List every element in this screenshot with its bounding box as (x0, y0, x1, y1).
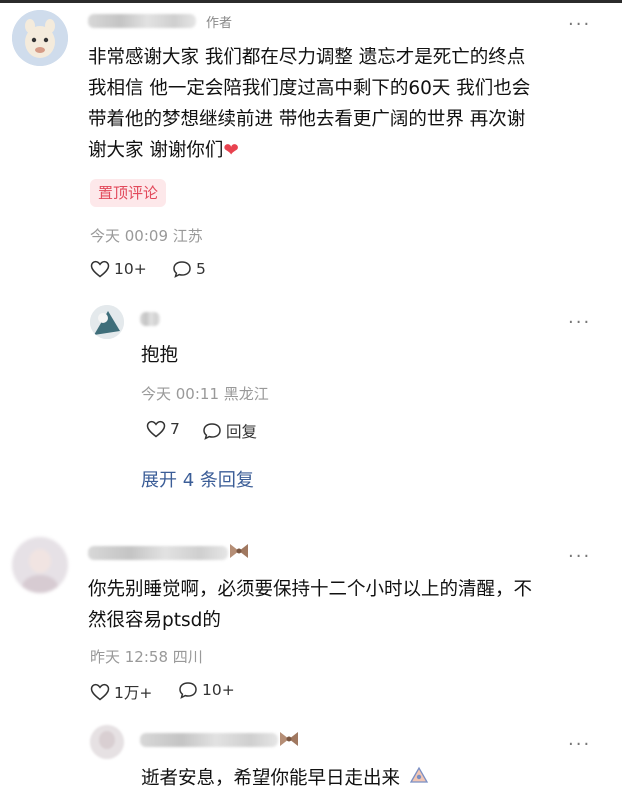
comment-meta: 昨天 12:58 四川 (90, 648, 203, 666)
bow-icon (278, 730, 300, 748)
username-blurred[interactable] (140, 312, 160, 326)
pinned-badge: 置顶评论 (90, 179, 167, 207)
heart-outline-icon (90, 683, 110, 701)
heart-outline-icon (90, 260, 110, 278)
reply-text: 逝者安息，希望你能早日走出来 (141, 763, 430, 795)
top-border (0, 0, 622, 3)
heart-outline-icon (146, 420, 166, 438)
reply-text: 抱抱 (141, 345, 179, 366)
like-count: 1万+ (114, 684, 153, 702)
reply-meta: 今天 00:11 黑龙江 (141, 385, 269, 403)
heart-emoji: ❤ (223, 140, 239, 161)
reply-count: 10+ (202, 681, 235, 699)
reply-button[interactable]: 回复 (202, 420, 257, 442)
author-tag: 作者 (206, 16, 233, 31)
more-dots-icon[interactable]: ··· (568, 548, 591, 566)
like-button[interactable]: 10+ (90, 260, 147, 278)
more-dots-icon[interactable]: ··· (568, 314, 591, 332)
avatar[interactable] (12, 537, 68, 593)
comment-text: 你先别睡觉啊，必须要保持十二个小时以上的清醒，不 然很容易ptsd的 (88, 579, 533, 631)
emoji-icon (408, 764, 430, 795)
more-dots-icon[interactable]: ··· (568, 16, 591, 34)
reply-count: 5 (196, 260, 206, 278)
comment-text: 非常感谢大家 我们都在尽力调整 遗忘才是死亡的终点 我相信 他一定会陪我们度过高… (88, 47, 531, 161)
bow-icon (228, 542, 250, 560)
expand-replies-link[interactable]: 展开 4 条回复 (141, 466, 254, 492)
avatar[interactable] (90, 305, 124, 339)
reply-label: 回复 (226, 423, 258, 441)
comment-bubble-icon (173, 261, 191, 278)
avatar[interactable] (90, 725, 124, 759)
username-blurred[interactable] (88, 546, 228, 560)
like-button[interactable]: 7 (146, 420, 180, 438)
like-button[interactable]: 1万+ (90, 681, 152, 703)
comment-meta: 今天 00:09 江苏 (90, 227, 203, 245)
username-blurred[interactable] (140, 733, 278, 747)
avatar[interactable] (12, 10, 68, 66)
like-count: 7 (170, 420, 180, 438)
like-count: 10+ (114, 260, 147, 278)
reply-button[interactable]: 10+ (178, 681, 235, 699)
username-blurred[interactable] (88, 14, 196, 28)
more-dots-icon[interactable]: ··· (568, 736, 591, 754)
comment-bubble-icon (179, 682, 197, 699)
comment-bubble-icon (203, 423, 221, 440)
reply-button[interactable]: 5 (172, 260, 206, 278)
